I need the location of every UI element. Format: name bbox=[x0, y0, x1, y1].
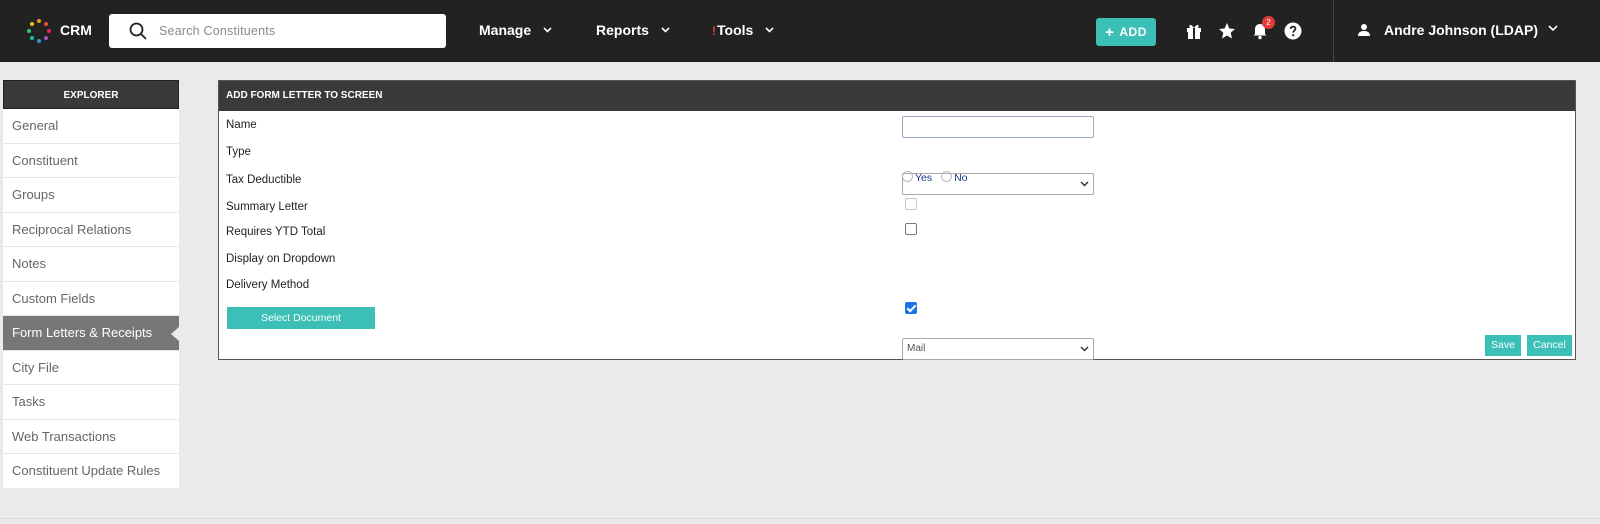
sidebar-item-constituent[interactable]: Constituent bbox=[3, 143, 179, 178]
gift-icon[interactable] bbox=[1185, 22, 1203, 40]
brand-name[interactable]: CRM bbox=[60, 22, 92, 38]
user-icon bbox=[1358, 24, 1370, 36]
add-form-letter-panel: ADD FORM LETTER TO SCREEN Name Type Tax … bbox=[218, 80, 1576, 360]
explorer-sidebar: EXPLORER General Constituent Groups Reci… bbox=[3, 80, 179, 489]
top-navbar: CRM Manage Reports !Tools + ADD 2 bbox=[0, 0, 1600, 62]
tools-alert-mark: ! bbox=[712, 24, 716, 38]
chevron-down-icon bbox=[543, 27, 552, 33]
nav-tools-label: Tools bbox=[717, 22, 754, 38]
type-label: Type bbox=[226, 146, 251, 158]
sidebar-item-web-transactions[interactable]: Web Transactions bbox=[3, 419, 179, 454]
crm-logo-icon[interactable] bbox=[26, 18, 52, 44]
search-box bbox=[109, 14, 446, 48]
add-button-label: ADD bbox=[1119, 25, 1147, 39]
panel-title: ADD FORM LETTER TO SCREEN bbox=[219, 81, 1575, 111]
name-field[interactable] bbox=[902, 116, 1094, 138]
sidebar-item-custom-fields[interactable]: Custom Fields bbox=[3, 281, 179, 316]
user-name[interactable]: Andre Johnson (LDAP) bbox=[1384, 22, 1538, 38]
display-on-dropdown-label: Display on Dropdown bbox=[226, 253, 336, 265]
sidebar-item-groups[interactable]: Groups bbox=[3, 178, 179, 213]
search-input[interactable] bbox=[159, 14, 429, 48]
search-icon[interactable] bbox=[129, 22, 147, 40]
tax-deductible-radio-group: Yes No bbox=[902, 171, 968, 184]
sidebar-item-form-letters-receipts[interactable]: Form Letters & Receipts bbox=[3, 316, 179, 351]
requires-ytd-checkbox[interactable] bbox=[905, 223, 917, 235]
footer-divider bbox=[0, 518, 1600, 519]
chevron-down-icon bbox=[1080, 346, 1089, 352]
nav-tools[interactable]: !Tools bbox=[712, 22, 774, 38]
select-document-button[interactable]: Select Document bbox=[227, 307, 375, 329]
name-label: Name bbox=[226, 119, 257, 131]
summary-letter-checkbox[interactable] bbox=[905, 198, 917, 210]
star-icon[interactable] bbox=[1218, 22, 1236, 40]
sidebar-header: EXPLORER bbox=[3, 80, 179, 109]
chevron-down-icon bbox=[661, 27, 670, 33]
cancel-button[interactable]: Cancel bbox=[1527, 335, 1572, 356]
sidebar-item-city-file[interactable]: City File bbox=[3, 350, 179, 385]
delivery-method-select[interactable]: Mail bbox=[902, 338, 1094, 360]
sidebar-item-tasks[interactable]: Tasks bbox=[3, 385, 179, 420]
sidebar-item-general[interactable]: General bbox=[3, 109, 179, 144]
sidebar-item-constituent-update-rules[interactable]: Constituent Update Rules bbox=[3, 454, 179, 489]
plus-icon: + bbox=[1105, 24, 1115, 41]
nav-manage[interactable]: Manage bbox=[479, 22, 552, 38]
tax-deductible-label: Tax Deductible bbox=[226, 174, 302, 186]
sidebar-item-reciprocal-relations[interactable]: Reciprocal Relations bbox=[3, 212, 179, 247]
display-on-dropdown-checkbox[interactable] bbox=[905, 302, 917, 314]
nav-manage-label: Manage bbox=[479, 22, 532, 38]
tax-yes-radio[interactable] bbox=[902, 171, 913, 182]
notification-badge: 2 bbox=[1262, 16, 1275, 29]
sidebar-item-notes[interactable]: Notes bbox=[3, 247, 179, 282]
delivery-method-value: Mail bbox=[907, 343, 926, 354]
requires-ytd-label: Requires YTD Total bbox=[226, 226, 326, 238]
summary-letter-label: Summary Letter bbox=[226, 201, 308, 213]
help-icon[interactable] bbox=[1284, 22, 1302, 40]
chevron-down-icon bbox=[1080, 181, 1089, 187]
delivery-method-label: Delivery Method bbox=[226, 279, 310, 291]
add-button[interactable]: + ADD bbox=[1096, 18, 1156, 46]
nav-reports[interactable]: Reports bbox=[596, 22, 670, 38]
chevron-down-icon bbox=[765, 27, 774, 33]
tax-no-radio[interactable] bbox=[941, 171, 953, 182]
tax-yes-label[interactable]: Yes bbox=[915, 172, 932, 184]
chevron-down-icon[interactable] bbox=[1548, 25, 1558, 32]
tax-no-label[interactable]: No bbox=[954, 172, 967, 184]
save-button[interactable]: Save bbox=[1485, 335, 1521, 356]
topbar-divider bbox=[1333, 0, 1334, 62]
nav-reports-label: Reports bbox=[596, 22, 649, 38]
